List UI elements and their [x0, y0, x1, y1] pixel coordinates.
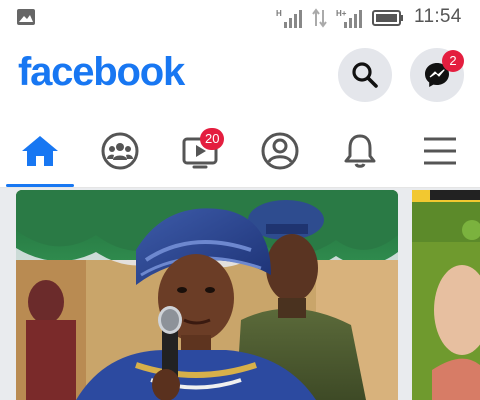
story-card[interactable]	[16, 190, 398, 400]
tab-notifications[interactable]	[320, 114, 400, 188]
story-photo	[16, 190, 398, 400]
tab-groups[interactable]	[80, 114, 160, 188]
signal-icon: H+	[336, 9, 362, 28]
signal-icon: H	[276, 9, 302, 28]
bell-icon	[344, 134, 376, 168]
data-arrows-icon	[312, 8, 327, 28]
active-tab-indicator	[6, 184, 74, 187]
story-photo	[412, 190, 480, 400]
tab-bar	[0, 114, 480, 188]
search-icon	[352, 62, 378, 88]
profile-icon	[261, 132, 299, 170]
groups-icon	[101, 132, 139, 170]
status-time: 11:54	[414, 6, 462, 27]
tab-profile[interactable]	[240, 114, 320, 188]
search-button[interactable]	[338, 48, 392, 102]
tab-watch[interactable]	[160, 114, 240, 188]
tab-home[interactable]	[0, 114, 80, 188]
app-header: facebook 2	[0, 36, 480, 114]
watch-badge: 20	[200, 128, 225, 150]
story-card[interactable]	[412, 190, 480, 400]
signal-label: H+	[336, 9, 347, 18]
feed	[0, 188, 480, 400]
signal-label: H	[276, 9, 282, 18]
messenger-badge: 2	[442, 50, 464, 72]
battery-icon	[372, 10, 403, 26]
home-icon	[22, 136, 58, 166]
tab-menu[interactable]	[400, 114, 480, 188]
gallery-icon	[17, 9, 35, 25]
facebook-logo[interactable]: facebook	[18, 50, 185, 95]
hamburger-icon	[424, 137, 456, 165]
status-bar: H H+ 11:54	[0, 0, 480, 36]
